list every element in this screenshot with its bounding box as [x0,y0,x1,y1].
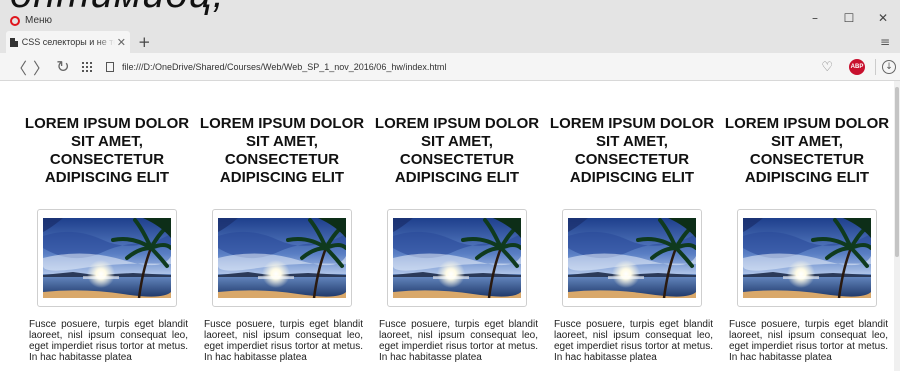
tab-label: CSS селекторы и не тольк [21,37,115,47]
card: LOREM IPSUM DOLOR SIT AMET, CONSECTETUR … [199,81,365,363]
heart-icon[interactable]: ♡ [821,60,833,75]
card-text: Fusce posuere, turpis eget blandit laore… [554,319,713,363]
speed-dial-icon[interactable] [82,61,92,72]
close-window-button[interactable]: ✕ [866,10,900,26]
card-title: LOREM IPSUM DOLOR SIT AMET, CONSECTETUR … [374,115,540,186]
address-bar-row: 〈 〉 ↻ file:///D:/OneDrive/Shared/Courses… [0,53,900,81]
maximize-button[interactable]: ☐ [832,10,866,26]
card: LOREM IPSUM DOLOR SIT AMET, CONSECTETUR … [374,81,540,363]
scrollbar-thumb[interactable] [895,87,899,257]
toolbar-right: ♡ ABP ↓ [821,53,900,81]
tab-strip: CSS селекторы и не тольк ✕ + ≡ [0,31,900,53]
card-text: Fusce posuere, turpis eget blandit laore… [29,319,188,363]
page-info-icon[interactable] [106,61,114,72]
card-text: Fusce posuere, turpis eget blandit laore… [379,319,538,363]
adblock-icon[interactable]: ABP [849,59,865,75]
overlay-text-fragment: оптимиоц, [10,0,225,14]
card: LOREM IPSUM DOLOR SIT AMET, CONSECTETUR … [24,81,190,363]
card-image-frame [212,209,352,307]
opera-menu-button[interactable]: Меню [10,15,52,26]
card-image-frame [562,209,702,307]
opera-logo-icon [10,15,20,26]
card-image-frame [737,209,877,307]
document-icon [10,37,18,47]
beach-sunset-image [393,218,521,298]
page-viewport: LOREM IPSUM DOLOR SIT AMET, CONSECTETUR … [0,81,900,371]
window-controls: – ☐ ✕ [798,10,900,26]
beach-sunset-image [218,218,346,298]
download-icon[interactable]: ↓ [882,60,896,74]
reload-button[interactable]: ↻ [52,57,74,76]
minimize-button[interactable]: – [798,10,832,26]
card-image-frame [387,209,527,307]
card-title: LOREM IPSUM DOLOR SIT AMET, CONSECTETUR … [724,115,890,186]
card-grid: LOREM IPSUM DOLOR SIT AMET, CONSECTETUR … [24,81,899,363]
tab-active[interactable]: CSS селекторы и не тольк ✕ [6,31,130,53]
vertical-scrollbar[interactable] [894,81,900,371]
beach-sunset-image [43,218,171,298]
tab-menu-icon[interactable]: ≡ [880,35,890,49]
opera-menu-label: Меню [25,15,53,26]
address-input[interactable]: file:///D:/OneDrive/Shared/Courses/Web/W… [122,62,446,72]
forward-button[interactable]: 〉 [30,55,52,79]
card-text: Fusce posuere, turpis eget blandit laore… [729,319,888,363]
new-tab-button[interactable]: + [138,33,151,51]
card-title: LOREM IPSUM DOLOR SIT AMET, CONSECTETUR … [199,115,365,186]
beach-sunset-image [568,218,696,298]
tab-close-icon[interactable]: ✕ [117,36,126,49]
beach-sunset-image [743,218,871,298]
card: LOREM IPSUM DOLOR SIT AMET, CONSECTETUR … [724,81,890,363]
card-image-frame [37,209,177,307]
toolbar-divider [875,59,876,75]
card-title: LOREM IPSUM DOLOR SIT AMET, CONSECTETUR … [24,115,190,186]
card-title: LOREM IPSUM DOLOR SIT AMET, CONSECTETUR … [549,115,715,186]
back-button[interactable]: 〈 [8,55,30,79]
card-text: Fusce posuere, turpis eget blandit laore… [204,319,363,363]
card: LOREM IPSUM DOLOR SIT AMET, CONSECTETUR … [549,81,715,363]
